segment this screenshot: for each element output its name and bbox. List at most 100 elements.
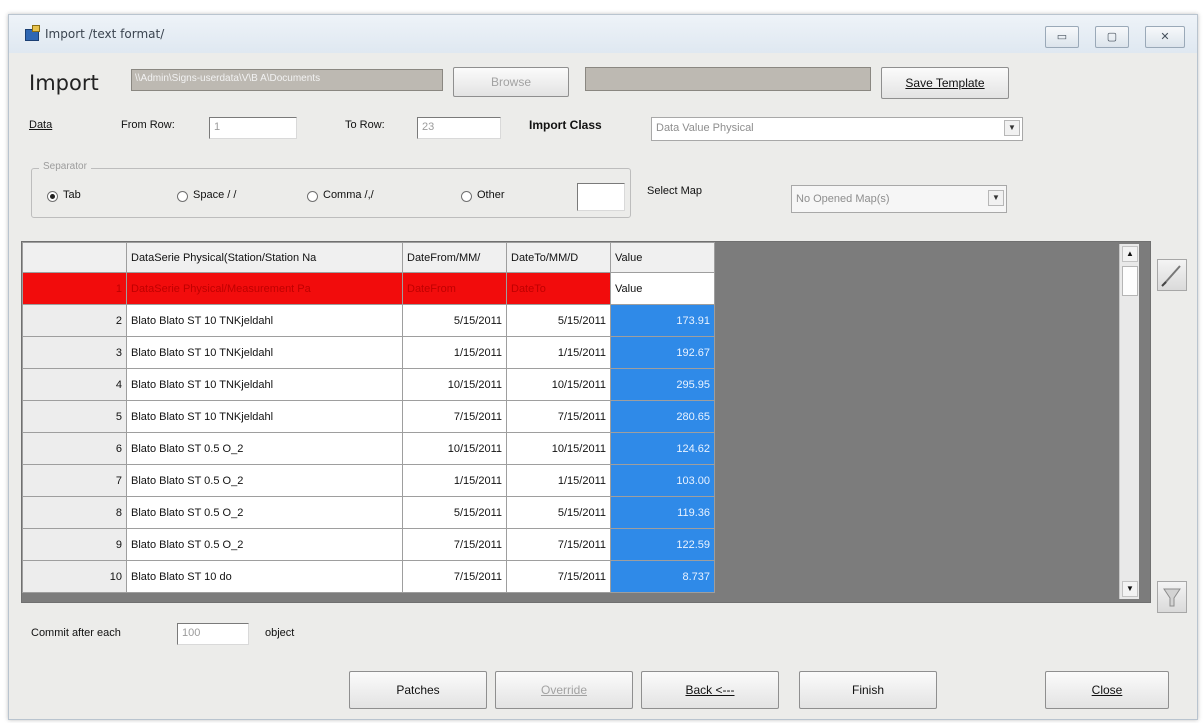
- grid-cell[interactable]: 173.91: [610, 304, 715, 337]
- select-map-value: No Opened Map(s): [796, 193, 890, 205]
- grid-cell[interactable]: 5/15/2011: [402, 496, 507, 529]
- grid-cell[interactable]: 192.67: [610, 336, 715, 369]
- column-header[interactable]: DateTo/MM/D: [506, 242, 611, 273]
- template-path-field[interactable]: [585, 67, 871, 91]
- grid-cell[interactable]: 5/15/2011: [506, 304, 611, 337]
- table-row[interactable]: 9 Blato Blato ST 0.5 O_2 7/15/2011 7/15/…: [22, 528, 715, 561]
- grid-cell[interactable]: 7/15/2011: [506, 400, 611, 433]
- data-grid[interactable]: DataSerie Physical(Station/Station Na Da…: [21, 241, 1151, 603]
- scroll-up-icon[interactable]: ▲: [1122, 246, 1138, 262]
- table-row[interactable]: 3 Blato Blato ST 10 TNKjeldahl 1/15/2011…: [22, 336, 715, 369]
- radio-space[interactable]: [177, 191, 188, 202]
- funnel-icon: [1163, 588, 1181, 607]
- window-title: Import /text format/: [45, 27, 165, 41]
- patches-button[interactable]: Patches: [349, 671, 487, 709]
- from-row-input[interactable]: 1: [209, 117, 297, 139]
- grid-cell[interactable]: 7/15/2011: [402, 528, 507, 561]
- override-button[interactable]: Override: [495, 671, 633, 709]
- row-number: 4: [22, 368, 127, 401]
- grid-cell[interactable]: Blato Blato ST 0.5 O_2: [126, 496, 403, 529]
- column-header[interactable]: [22, 242, 127, 273]
- grid-cell[interactable]: Blato Blato ST 10 TNKjeldahl: [126, 368, 403, 401]
- from-row-label: From Row:: [121, 119, 175, 131]
- grid-cell[interactable]: Blato Blato ST 0.5 O_2: [126, 464, 403, 497]
- maximize-button[interactable]: ▢: [1095, 26, 1129, 48]
- radio-tab-label: Tab: [63, 189, 81, 201]
- grid-cell[interactable]: Blato Blato ST 0.5 O_2: [126, 528, 403, 561]
- table-row[interactable]: 4 Blato Blato ST 10 TNKjeldahl 10/15/201…: [22, 368, 715, 401]
- grid-vertical-scrollbar[interactable]: ▲ ▼: [1119, 244, 1139, 599]
- radio-other[interactable]: [461, 191, 472, 202]
- grid-cell[interactable]: 119.36: [610, 496, 715, 529]
- grid-cell[interactable]: Value: [610, 272, 715, 305]
- grid-cell[interactable]: Blato Blato ST 10 do: [126, 560, 403, 593]
- table-row[interactable]: 8 Blato Blato ST 0.5 O_2 5/15/2011 5/15/…: [22, 496, 715, 529]
- app-icon: [25, 25, 40, 41]
- grid-cell[interactable]: 10/15/2011: [402, 368, 507, 401]
- column-header[interactable]: Value: [610, 242, 715, 273]
- mapping-row[interactable]: 1 DataSerie Physical/Measurement Pa Date…: [22, 272, 715, 305]
- save-template-button[interactable]: Save Template: [881, 67, 1009, 99]
- grid-cell[interactable]: DateTo: [506, 272, 611, 305]
- grid-cell[interactable]: 7/15/2011: [506, 560, 611, 593]
- radio-tab[interactable]: [47, 191, 58, 202]
- grid-cell[interactable]: 1/15/2011: [506, 464, 611, 497]
- pencil-icon: [1161, 265, 1181, 287]
- commit-suffix: object: [265, 627, 295, 639]
- select-map-combo[interactable]: No Opened Map(s) ▼: [791, 185, 1007, 213]
- grid-cell[interactable]: DateFrom: [402, 272, 507, 305]
- close-window-button[interactable]: ✕: [1145, 26, 1185, 48]
- grid-cell[interactable]: 103.00: [610, 464, 715, 497]
- table-row[interactable]: 5 Blato Blato ST 10 TNKjeldahl 7/15/2011…: [22, 400, 715, 433]
- grid-cell[interactable]: 1/15/2011: [402, 336, 507, 369]
- chevron-down-icon[interactable]: ▼: [1004, 120, 1020, 136]
- import-class-select[interactable]: Data Value Physical ▼: [651, 117, 1023, 141]
- to-row-input[interactable]: 23: [417, 117, 501, 139]
- filter-button[interactable]: [1157, 581, 1187, 613]
- grid-cell[interactable]: Blato Blato ST 10 TNKjeldahl: [126, 336, 403, 369]
- grid-cell[interactable]: 280.65: [610, 400, 715, 433]
- grid-cell[interactable]: 122.59: [610, 528, 715, 561]
- back-button[interactable]: Back <---: [641, 671, 779, 709]
- radio-comma-label: Comma /,/: [323, 189, 374, 201]
- commit-count-input[interactable]: 100: [177, 623, 249, 645]
- grid-cell[interactable]: 7/15/2011: [402, 560, 507, 593]
- grid-cell[interactable]: Blato Blato ST 10 TNKjeldahl: [126, 304, 403, 337]
- grid-cell[interactable]: 10/15/2011: [402, 432, 507, 465]
- row-number: 1: [22, 272, 127, 305]
- grid-cell[interactable]: Blato Blato ST 0.5 O_2: [126, 432, 403, 465]
- minimize-button[interactable]: ▭: [1045, 26, 1079, 48]
- table-row[interactable]: 10 Blato Blato ST 10 do 7/15/2011 7/15/2…: [22, 560, 715, 593]
- column-header[interactable]: DateFrom/MM/: [402, 242, 507, 273]
- grid-cell[interactable]: DataSerie Physical/Measurement Pa: [126, 272, 403, 305]
- close-button[interactable]: Close: [1045, 671, 1169, 709]
- grid-cell[interactable]: 7/15/2011: [506, 528, 611, 561]
- finish-button[interactable]: Finish: [799, 671, 937, 709]
- column-header[interactable]: DataSerie Physical(Station/Station Na: [126, 242, 403, 273]
- browse-button[interactable]: Browse: [453, 67, 569, 97]
- grid-cell[interactable]: 5/15/2011: [402, 304, 507, 337]
- grid-cell[interactable]: 7/15/2011: [402, 400, 507, 433]
- table-row[interactable]: 6 Blato Blato ST 0.5 O_2 10/15/2011 10/1…: [22, 432, 715, 465]
- chevron-down-icon[interactable]: ▼: [988, 190, 1004, 206]
- title-bar[interactable]: Import /text format/ ▭ ▢ ✕: [9, 15, 1197, 53]
- grid-cell[interactable]: 124.62: [610, 432, 715, 465]
- radio-comma[interactable]: [307, 191, 318, 202]
- grid-cell[interactable]: 1/15/2011: [402, 464, 507, 497]
- grid-cell[interactable]: 5/15/2011: [506, 496, 611, 529]
- grid-cell[interactable]: 1/15/2011: [506, 336, 611, 369]
- other-separator-input[interactable]: [577, 183, 625, 211]
- grid-cell[interactable]: 10/15/2011: [506, 432, 611, 465]
- grid-cell[interactable]: Blato Blato ST 10 TNKjeldahl: [126, 400, 403, 433]
- table-row[interactable]: 2 Blato Blato ST 10 TNKjeldahl 5/15/2011…: [22, 304, 715, 337]
- grid-cell[interactable]: 10/15/2011: [506, 368, 611, 401]
- import-path-field[interactable]: \\Admin\Signs-userdata\V\B A\Documents: [131, 69, 443, 91]
- table-row[interactable]: 7 Blato Blato ST 0.5 O_2 1/15/2011 1/15/…: [22, 464, 715, 497]
- edit-mapping-button[interactable]: [1157, 259, 1187, 291]
- separator-legend: Separator: [39, 161, 91, 172]
- scroll-thumb[interactable]: [1122, 266, 1138, 296]
- grid-header-row: DataSerie Physical(Station/Station Na Da…: [22, 242, 715, 273]
- scroll-down-icon[interactable]: ▼: [1122, 581, 1138, 597]
- grid-cell[interactable]: 8.737: [610, 560, 715, 593]
- grid-cell[interactable]: 295.95: [610, 368, 715, 401]
